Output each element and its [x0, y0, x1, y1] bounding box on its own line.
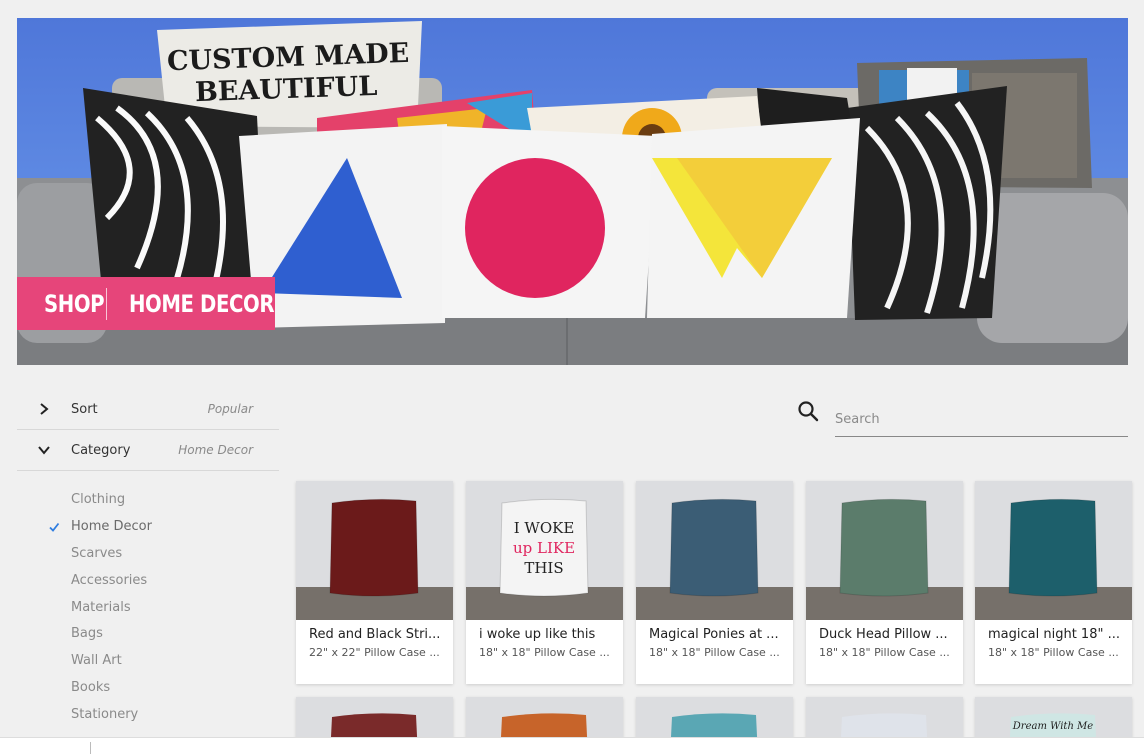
- sort-label: Sort: [71, 401, 98, 417]
- search-input[interactable]: [835, 403, 1128, 437]
- shop-link[interactable]: SHOP: [44, 290, 105, 318]
- checkmark-icon: [49, 522, 60, 532]
- category-item-label: Books: [71, 680, 111, 696]
- product-subtitle: 18" x 18" Pillow Case ...: [988, 646, 1119, 659]
- bottom-bar-divider: [90, 742, 91, 754]
- category-item-scarves[interactable]: Scarves: [17, 540, 279, 567]
- category-item-label: Materials: [71, 599, 131, 615]
- category-item-label: Wall Art: [71, 653, 122, 669]
- product-title[interactable]: magical night 18" ...: [988, 627, 1122, 642]
- category-item-label: Scarves: [71, 545, 123, 561]
- category-item-materials[interactable]: Materials: [17, 594, 279, 621]
- pillow-print-text: Dream With Me: [1012, 721, 1094, 732]
- category-item-books[interactable]: Books: [17, 674, 279, 701]
- product-title[interactable]: Magical Ponies at ...: [649, 627, 783, 642]
- chevron-down-icon: [38, 446, 50, 455]
- breadcrumb-banner: SHOP HOME DECOR: [17, 277, 275, 330]
- product-title[interactable]: i woke up like this: [479, 627, 613, 642]
- category-item-label: Clothing: [71, 491, 126, 507]
- category-item-wall-art[interactable]: Wall Art: [17, 647, 279, 674]
- product-card[interactable]: Duck Head Pillow ... 18" x 18" Pillow Cas…: [806, 481, 963, 684]
- category-item-label: Accessories: [71, 572, 148, 588]
- pillow-print-text: I WOKE: [514, 519, 575, 537]
- category-value: Home Decor: [178, 443, 253, 457]
- section-title: HOME DECOR: [129, 289, 275, 318]
- category-item-label: Stationery: [71, 707, 139, 723]
- category-item-stationery[interactable]: Stationery: [17, 701, 279, 728]
- category-label: Category: [71, 442, 131, 458]
- product-subtitle: 18" x 18" Pillow Case ...: [819, 646, 950, 659]
- product-title[interactable]: Red and Black Stri...: [309, 627, 443, 642]
- category-list: Clothing Home Decor Scarves Accessories …: [17, 486, 279, 728]
- pillow-print-text: up LIKE: [513, 539, 575, 557]
- product-subtitle: 18" x 18" Pillow Case ...: [649, 646, 780, 659]
- sort-filter[interactable]: Sort Popular: [17, 389, 279, 430]
- product-subtitle: 18" x 18" Pillow Case ...: [479, 646, 610, 659]
- category-item-label: Bags: [71, 626, 103, 642]
- category-item-bags[interactable]: Bags: [17, 620, 279, 647]
- product-subtitle: 22" x 22" Pillow Case ...: [309, 646, 440, 659]
- category-item-clothing[interactable]: Clothing: [17, 486, 279, 513]
- breadcrumb-divider: [106, 288, 107, 320]
- product-title[interactable]: Duck Head Pillow ...: [819, 627, 953, 642]
- product-card[interactable]: I WOKE up LIKE THIS i woke up like this 18" …: [466, 481, 623, 684]
- product-card[interactable]: Magical Ponies at ... 18" x 18" Pillow Ca…: [636, 481, 793, 684]
- product-image[interactable]: I WOKE up LIKE THIS: [466, 481, 623, 620]
- product-image[interactable]: [975, 481, 1132, 620]
- hero-banner: CUSTOM MADE BEAUTIFUL SHOP HOME DECOR: [17, 18, 1128, 365]
- bottom-bar: [0, 737, 1144, 754]
- product-card[interactable]: Red and Black Stri... 22" x 22" Pillow Ca…: [296, 481, 453, 684]
- pillow-print-text: THIS: [524, 559, 563, 577]
- product-image[interactable]: [296, 481, 453, 620]
- filter-sidebar: Sort Popular Category Home Decor Clothin…: [17, 389, 279, 728]
- sort-value: Popular: [207, 402, 253, 416]
- product-image[interactable]: [636, 481, 793, 620]
- product-card[interactable]: magical night 18" ... 18" x 18" Pillow Ca…: [975, 481, 1132, 684]
- category-item-accessories[interactable]: Accessories: [17, 567, 279, 594]
- category-item-home-decor[interactable]: Home Decor: [17, 513, 279, 540]
- category-item-label: Home Decor: [71, 518, 152, 534]
- pillow-text-line2: BEAUTIFUL: [194, 70, 378, 109]
- search-icon[interactable]: [796, 399, 820, 423]
- product-image[interactable]: [806, 481, 963, 620]
- category-filter[interactable]: Category Home Decor: [17, 430, 279, 471]
- chevron-right-icon: [40, 403, 49, 415]
